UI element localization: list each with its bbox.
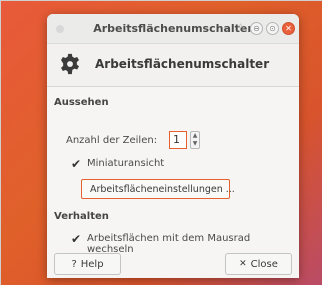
thumbnail-label: Miniaturansicht	[87, 158, 165, 169]
title-bar[interactable]: Arbeitsflächenumschalter ✧ ⊖ ⊙ ✕	[47, 14, 299, 44]
workspace-settings-label: Arbeitsflächeneinstellungen ...	[90, 183, 235, 195]
window-controls: ✧ ⊖ ⊙ ✕	[234, 22, 295, 35]
mousewheel-label: Arbeitsflächen mit dem Mausrad wechseln	[87, 233, 251, 255]
help-label: Help	[80, 258, 104, 270]
window-title: Arbeitsflächenumschalter	[93, 22, 253, 35]
close-label: Close	[250, 258, 278, 270]
settings-panel: Aussehen Anzahl der Zeilen: 1 ▲ ▼ ✔ Minia…	[47, 86, 299, 278]
section-appearance-label: Aussehen	[54, 97, 109, 108]
minimize-icon[interactable]: ⊖	[250, 22, 263, 35]
rows-label: Anzahl der Zeilen:	[66, 135, 158, 146]
workspace-settings-button[interactable]: Arbeitsflächeneinstellungen ...	[81, 179, 235, 199]
gear-icon	[61, 53, 79, 75]
thumbnail-checkbox[interactable]: ✔	[71, 158, 83, 170]
rows-spin-buttons[interactable]: ▲ ▼	[190, 131, 200, 149]
rows-spin-input[interactable]: 1	[169, 131, 187, 149]
close-button[interactable]: ✕ Close	[225, 253, 292, 275]
help-icon: ?	[71, 258, 77, 270]
window-menu-dot[interactable]	[56, 25, 64, 33]
maximize-icon[interactable]: ⊙	[266, 22, 279, 35]
close-window-icon[interactable]: ✕	[282, 22, 295, 35]
dialog-title: Arbeitsflächenumschalter	[95, 57, 270, 71]
help-button[interactable]: ? Help	[54, 253, 121, 275]
pin-icon[interactable]: ✧	[234, 22, 247, 35]
close-icon: ✕	[239, 259, 247, 269]
dialog-window: Arbeitsflächenumschalter ✧ ⊖ ⊙ ✕ Arbeits…	[47, 14, 299, 278]
rows-value: 1	[173, 133, 180, 146]
section-behavior-label: Verhalten	[54, 211, 109, 222]
mousewheel-checkbox[interactable]: ✔	[71, 233, 83, 245]
dialog-header: Arbeitsflächenumschalter	[47, 44, 299, 84]
